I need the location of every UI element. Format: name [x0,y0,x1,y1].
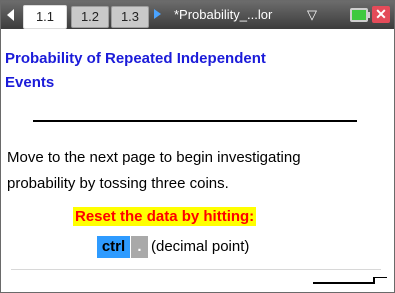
scrollbar-thumb[interactable] [321,282,329,284]
scrollbar-end-tick [373,277,375,284]
tab-1-1[interactable]: 1.1 [23,5,67,29]
tab-1-3[interactable]: 1.3 [111,6,149,28]
dropdown-chevron-icon[interactable]: ▽ [307,7,317,23]
divider [33,120,357,122]
scrollbar-end-cap [375,277,387,278]
body-line-2: probability by tossing three coins. [7,175,229,192]
tab-bar: 1.1 1.2 1.3 *Probability_...lor ▽ ✕ [1,1,394,29]
arrow-right-icon[interactable] [154,9,161,19]
decimal-point-key: . [131,236,148,258]
document-title[interactable]: *Probability_...lor [174,7,272,22]
calculator-screen: 1.1 1.2 1.3 *Probability_...lor ▽ ✕ Prob… [0,0,395,293]
arrow-left-icon[interactable] [7,9,14,21]
battery-icon [350,8,368,22]
title-line-2: Events [5,74,55,91]
title-line-1: Probability of Repeated Independent [5,50,266,67]
decimal-point-note: (decimal point) [151,238,250,255]
bottom-divider [11,269,381,270]
ctrl-key: ctrl [97,236,130,258]
close-icon[interactable]: ✕ [372,6,390,23]
body-text: Move to the next page to begin investiga… [7,145,392,197]
body-line-1: Move to the next page to begin investiga… [7,149,301,166]
battery-tip [367,12,370,18]
tab-1-2[interactable]: 1.2 [71,6,109,28]
reset-instruction: Reset the data by hitting: [73,207,257,226]
page-title: Probability of Repeated Independent Even… [5,47,390,95]
